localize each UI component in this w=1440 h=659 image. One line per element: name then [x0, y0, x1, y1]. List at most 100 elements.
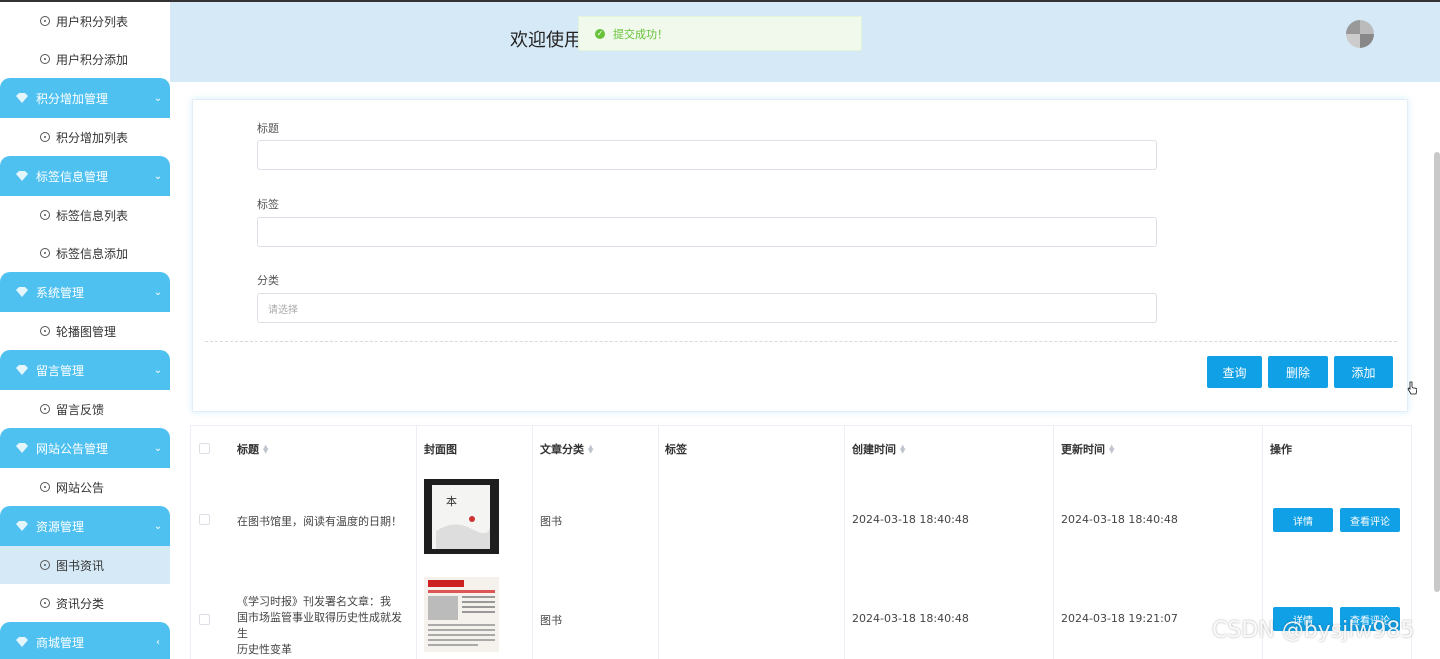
title-field-label: 标题 [257, 122, 279, 135]
chevron-down-icon: ⌄ [153, 170, 163, 182]
toast-message: 提交成功！ [613, 27, 668, 41]
col-divider [532, 426, 533, 659]
sidebar-item-label: 用户积分列表 [56, 14, 129, 29]
menu-item-icon [40, 598, 50, 608]
sidebar-item-label: 网站公告 [56, 480, 105, 495]
diamond-icon [16, 521, 28, 531]
header-title[interactable]: 标题 ▲ ▼ [237, 426, 268, 472]
menu-item-icon [40, 482, 50, 492]
sidebar-item-user-points-add[interactable]: 用户积分添加 [0, 40, 170, 78]
tag-input[interactable] [257, 217, 1157, 247]
row-checkbox[interactable] [199, 514, 210, 525]
pointer-cursor-icon [1407, 381, 1417, 395]
sidebar-item-label: 标签信息列表 [56, 208, 129, 223]
vertical-scrollbar[interactable] [1434, 152, 1440, 592]
sidebar-group-shop[interactable]: 商城管理 ‹ [0, 622, 170, 659]
sidebar-item-book-news[interactable]: 图书资讯 [0, 546, 170, 584]
delete-button[interactable]: 删除 [1268, 356, 1328, 388]
sidebar-item-feedback[interactable]: 留言反馈 [0, 390, 170, 428]
row-checkbox[interactable] [199, 614, 210, 625]
sidebar-item-tag-info-add[interactable]: 标签信息添加 [0, 234, 170, 272]
diamond-icon [16, 637, 28, 647]
query-button[interactable]: 查询 [1207, 356, 1262, 388]
col-divider [844, 426, 845, 659]
chevron-down-icon: ⌄ [153, 442, 163, 454]
category-select[interactable]: 请选择 [257, 293, 1157, 323]
sidebar-group-points-increase[interactable]: 积分增加管理 ⌄ [0, 78, 170, 118]
search-form: 标题 标签 分类 请选择 查询 删除 添加 [192, 99, 1417, 412]
sidebar-group-announcements[interactable]: 网站公告管理 ⌄ [0, 428, 170, 468]
menu-item-icon [40, 248, 50, 258]
add-button[interactable]: 添加 [1334, 356, 1393, 388]
sidebar-item-announcement[interactable]: 网站公告 [0, 468, 170, 506]
menu-item-icon [40, 210, 50, 220]
sidebar-group-label: 资源管理 [36, 519, 85, 534]
header-updated-text: 更新时间 [1061, 443, 1105, 456]
success-toast: ✓ 提交成功！ [578, 16, 862, 51]
header-category[interactable]: 文章分类 ▲ ▼ [540, 426, 593, 472]
menu-item-icon [40, 404, 50, 414]
menu-item-icon [40, 326, 50, 336]
chevron-down-icon: ⌄ [153, 364, 163, 376]
row-updated: 2024-03-18 18:40:48 [1061, 513, 1178, 526]
chevron-down-icon: ⌄ [153, 92, 163, 104]
header-created[interactable]: 创建时间 ▲ ▼ [852, 426, 905, 472]
sidebar-item-label: 资讯分类 [56, 596, 105, 611]
watermark: CSDN @bysjlw985 [1212, 618, 1415, 643]
sort-icon: ▲ ▼ [1109, 443, 1115, 455]
row-title-line: 历史性变革 [237, 643, 292, 656]
cover-image[interactable]: 本 [424, 479, 499, 554]
col-divider [1053, 426, 1054, 659]
sidebar-item-tag-info-list[interactable]: 标签信息列表 [0, 196, 170, 234]
row-title-line: 国市场监管事业取得历史性成就发生 [237, 611, 402, 640]
sidebar: 用户积分列表 用户积分添加 积分增加管理 ⌄ 积分增加列表 标签信息管理 ⌄ 标… [0, 0, 170, 659]
sidebar-item-label: 轮播图管理 [56, 324, 117, 339]
sidebar-item-points-increase-list[interactable]: 积分增加列表 [0, 118, 170, 156]
welcome-text: 欢迎使用 [510, 30, 582, 51]
avatar[interactable] [1346, 20, 1374, 48]
sidebar-group-label: 留言管理 [36, 363, 85, 378]
svg-text:本: 本 [446, 494, 457, 508]
sidebar-item-label: 留言反馈 [56, 402, 105, 417]
sort-icon: ▲ ▼ [900, 443, 906, 455]
menu-item-icon [40, 54, 50, 64]
row-created: 2024-03-18 18:40:48 [852, 513, 969, 526]
sidebar-group-resources[interactable]: 资源管理 ⌄ [0, 506, 170, 546]
header-created-text: 创建时间 [852, 443, 896, 456]
col-divider [658, 426, 659, 659]
form-divider [205, 341, 1397, 342]
chevron-down-icon: ⌄ [153, 286, 163, 298]
sidebar-group-label: 网站公告管理 [36, 441, 109, 456]
chevron-left-icon: ‹ [156, 636, 160, 648]
menu-item-icon [40, 132, 50, 142]
sidebar-group-label: 标签信息管理 [36, 169, 109, 184]
select-all-checkbox[interactable] [199, 443, 210, 454]
header-actions-text: 操作 [1270, 443, 1292, 456]
diamond-icon [16, 287, 28, 297]
diamond-icon [16, 171, 28, 181]
cover-image[interactable] [424, 577, 499, 652]
view-comments-button[interactable]: 查看评论 [1340, 508, 1400, 532]
sort-icon: ▲ ▼ [588, 443, 594, 455]
row-category: 图书 [540, 614, 562, 627]
header-cover-text: 封面图 [424, 443, 457, 456]
category-field-label: 分类 [257, 274, 279, 287]
sidebar-item-user-points-list[interactable]: 用户积分列表 [0, 2, 170, 40]
sidebar-item-label: 标签信息添加 [56, 246, 129, 261]
sidebar-group-messages[interactable]: 留言管理 ⌄ [0, 350, 170, 390]
diamond-icon [16, 443, 28, 453]
sidebar-group-system[interactable]: 系统管理 ⌄ [0, 272, 170, 312]
header-category-text: 文章分类 [540, 443, 584, 456]
title-input[interactable] [257, 140, 1157, 170]
sidebar-group-tag-info[interactable]: 标签信息管理 ⌄ [0, 156, 170, 196]
category-placeholder: 请选择 [268, 304, 298, 316]
header-title-text: 标题 [237, 443, 259, 456]
detail-button[interactable]: 详情 [1273, 508, 1333, 532]
main-content: 标题 标签 分类 请选择 查询 删除 添加 标题 ▲ ▼ 封面图 文章分类 ▲ ▼ 标签… [170, 82, 1440, 659]
menu-item-icon [40, 16, 50, 26]
header-tags-text: 标签 [665, 443, 687, 456]
chevron-down-icon: ⌄ [153, 520, 163, 532]
sidebar-item-news-category[interactable]: 资讯分类 [0, 584, 170, 622]
header-updated[interactable]: 更新时间 ▲ ▼ [1061, 426, 1114, 472]
sidebar-item-carousel[interactable]: 轮播图管理 [0, 312, 170, 350]
